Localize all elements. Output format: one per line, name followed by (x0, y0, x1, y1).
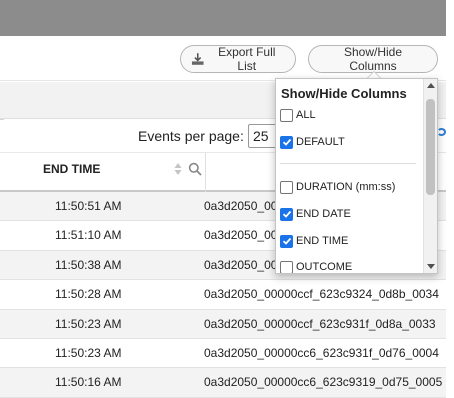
checkbox-all[interactable] (280, 108, 293, 122)
search-icon[interactable] (188, 162, 202, 176)
checkbox-default[interactable] (280, 135, 293, 149)
option-label: OUTCOME (296, 261, 353, 273)
column-option-outcome[interactable]: OUTCOME (280, 258, 353, 273)
column-header-end-time[interactable]: END TIME (43, 162, 100, 176)
id-cell: 0a3d2050_00 (204, 257, 278, 272)
page-margin (446, 0, 454, 397)
end-time-cell: 11:50:28 AM (55, 287, 122, 302)
popup-scrollbar[interactable] (423, 79, 437, 273)
column-option-all[interactable]: ALL (280, 106, 316, 124)
checkmark-icon (282, 210, 291, 218)
option-label: END TIME (296, 235, 349, 247)
show-hide-button-label: Show/Hide Columns (343, 45, 403, 73)
id-cell: 0a3d2050_00 (204, 228, 278, 243)
export-button-label: Export Full List (218, 45, 276, 73)
column-option-end-date[interactable]: END DATE (280, 205, 351, 223)
scroll-down-arrow-icon[interactable] (427, 264, 435, 269)
end-time-cell: 11:50:38 AM (55, 257, 122, 272)
id-cell: 0a3d2050_00000cc6_623c931f_0d76_0004 (204, 345, 439, 360)
option-label: END DATE (296, 208, 351, 220)
show-hide-columns-button[interactable]: Show/Hide Columns (308, 45, 438, 73)
checkbox-end-time[interactable] (280, 234, 293, 248)
option-label: DEFAULT (296, 136, 345, 148)
option-label: DURATION (mm:ss) (296, 181, 396, 193)
sort-icon[interactable] (174, 162, 182, 176)
end-time-cell: 11:50:16 AM (55, 375, 122, 390)
scrollbar-thumb[interactable] (426, 99, 435, 195)
refresh-icon[interactable] (437, 128, 446, 136)
id-cell: 0a3d2050_00 (204, 199, 278, 213)
end-time-cell: 11:50:51 AM (55, 199, 122, 213)
checkbox-end-date[interactable] (280, 207, 293, 221)
id-cell: 0a3d2050_00000cc6_623c9319_0d75_0005 (204, 375, 443, 390)
table-row[interactable]: 11:50:16 AM 0a3d2050_00000cc6_623c9319_0… (0, 368, 446, 398)
popup-divider (280, 163, 416, 164)
column-option-end-time[interactable]: END TIME (280, 232, 348, 250)
app-header-bar (0, 0, 446, 36)
checkmark-icon (282, 138, 291, 146)
export-full-list-button[interactable]: Export Full List (180, 45, 296, 73)
column-option-duration[interactable]: DURATION (mm:ss) (280, 178, 395, 196)
events-per-page-label: Events per page: (138, 128, 244, 144)
scroll-up-arrow-icon[interactable] (427, 83, 435, 88)
option-label: ALL (296, 109, 316, 121)
table-row[interactable]: 11:50:23 AM 0a3d2050_00000ccf_623c931f_0… (0, 309, 446, 339)
id-cell: 0a3d2050_00000ccf_623c931f_0d8a_0033 (204, 316, 436, 331)
end-time-cell: 11:51:10 AM (55, 228, 122, 243)
download-icon (191, 53, 204, 65)
id-cell: 0a3d2050_00000ccf_623c9324_0d8b_0034 (204, 287, 439, 302)
checkbox-outcome[interactable] (280, 260, 293, 273)
table-row[interactable]: 11:50:28 AM 0a3d2050_00000ccf_623c9324_0… (0, 280, 446, 310)
popup-title: Show/Hide Columns (281, 86, 407, 101)
show-hide-columns-popup: Show/Hide Columns ALL DEFAULT DURATION (… (275, 78, 438, 274)
end-time-cell: 11:50:23 AM (55, 345, 122, 360)
column-option-default[interactable]: DEFAULT (280, 133, 345, 151)
checkmark-icon (282, 237, 291, 245)
table-row[interactable]: 11:50:23 AM 0a3d2050_00000cc6_623c931f_0… (0, 338, 446, 369)
column-divider[interactable] (205, 153, 206, 193)
end-time-cell: 11:50:23 AM (55, 316, 122, 331)
checkbox-duration[interactable] (280, 180, 293, 194)
